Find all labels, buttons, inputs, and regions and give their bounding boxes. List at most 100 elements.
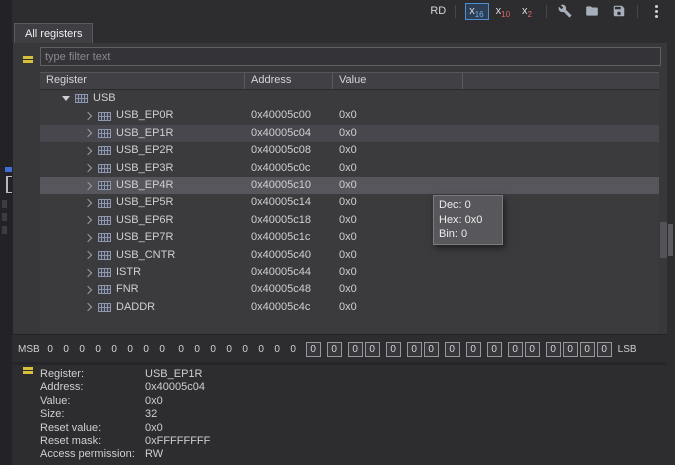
register-value[interactable]: 0x0 [333,177,659,194]
register-value[interactable]: 0x0 [333,160,659,177]
table-row[interactable]: USB_EP4R 0x40005c10 0x0 [40,176,659,195]
bit-cell[interactable]: 0 [76,342,89,357]
bit-cell[interactable]: 0 [156,342,169,357]
bit-cell[interactable]: 0 [524,341,540,357]
table-row[interactable]: DADDR 0x40005c4c 0x0 [40,299,659,316]
bit-cell[interactable]: 0 [406,341,422,357]
bit-cell[interactable]: 0 [596,341,612,357]
register-value[interactable] [333,90,659,107]
view-menu-button[interactable] [647,2,665,20]
chevron-icon[interactable] [83,160,95,177]
sfr-registers-view: RD x 16 x 10 x 2 All registers type filt… [0,0,675,465]
settings-button[interactable] [556,2,574,20]
register-value[interactable]: 0x0 [333,107,659,124]
bit-cell[interactable]: 0 [239,342,252,357]
import-button[interactable] [583,2,601,20]
filter-input[interactable] [40,47,661,66]
table-scrollbar[interactable] [660,72,667,333]
register-address: 0x40005c4c [251,300,311,313]
bit-cell[interactable]: 0 [255,342,268,357]
radix-toggle-button[interactable]: x 16 [465,2,489,20]
bit-cell[interactable]: 0 [423,341,439,357]
table-row[interactable]: FNR 0x40005c48 0x0 [40,281,659,298]
bit-cell[interactable]: 0 [92,342,105,357]
chevron-icon[interactable] [83,264,95,281]
register-address [245,90,333,107]
bit-cell[interactable]: 0 [287,342,300,357]
bit-cell[interactable]: 0 [562,341,578,357]
bit-cell[interactable]: 0 [486,341,502,357]
table-row[interactable]: USB_EP1R 0x40005c04 0x0 [40,124,659,143]
chevron-icon[interactable] [83,177,95,194]
bit-cell[interactable]: 0 [223,342,236,357]
bit-cell[interactable]: 0 [124,342,137,357]
table-row[interactable]: USB_EP2R 0x40005c08 0x0 [40,142,659,159]
chevron-icon[interactable] [83,212,95,229]
register-name: USB_EP2R [116,144,174,157]
table-row[interactable]: USB [40,90,659,107]
bit-cell[interactable]: 0 [44,342,57,357]
chevron-icon[interactable] [83,142,95,159]
bit-cell[interactable]: 0 [191,342,204,357]
register-address: 0x40005c0c [251,161,311,174]
detail-row: Size: 32 [40,408,667,421]
bit-cell[interactable]: 0 [545,341,561,357]
register-value[interactable]: 0x0 [333,142,659,159]
register-value[interactable]: 0x0 [333,247,659,264]
table-row[interactable]: USB_EP3R 0x40005c0c 0x0 [40,160,659,177]
table-scrollbar-thumb[interactable] [660,222,667,258]
bit-cell[interactable]: 0 [305,341,321,357]
export-button[interactable] [610,2,628,20]
radix-toggle-button[interactable]: x 10 [492,3,515,20]
register-value[interactable]: 0x0 [333,125,659,142]
table-row[interactable]: USB_CNTR 0x40005c40 0x0 [40,247,659,264]
tab-all-registers[interactable]: All registers [14,23,94,43]
register-value[interactable]: 0x0 [333,299,659,316]
table-row[interactable]: ISTR 0x40005c44 0x0 [40,264,659,281]
table-row[interactable]: USB_EP7R 0x40005c1c 0x0 [40,229,659,246]
bit-cell[interactable]: 0 [347,341,363,357]
chevron-icon[interactable] [83,107,95,124]
table-row[interactable]: USB_EP6R 0x40005c18 0x0 [40,212,659,229]
detail-label: Reset mask: [40,435,102,448]
column-header-value[interactable]: Value [333,73,463,89]
bit-cell[interactable]: 0 [364,341,380,357]
table-row[interactable]: USB_EP5R 0x40005c14 0x0 [40,194,659,211]
column-header-address[interactable]: Address [245,73,333,89]
bit-cell[interactable]: 0 [175,342,188,357]
bit-cell[interactable]: 0 [507,341,523,357]
column-header-register[interactable]: Register [40,73,245,89]
bit-cell[interactable]: 0 [465,341,481,357]
bit-cell[interactable]: 0 [60,342,73,357]
bit-cell[interactable]: 0 [207,342,220,357]
column-header-empty [463,73,659,89]
register-name-cell: FNR [40,281,245,298]
bit-cell[interactable]: 0 [271,342,284,357]
chevron-icon[interactable] [83,281,95,298]
bit-cell[interactable]: 0 [140,342,153,357]
register-address: 0x40005c14 [251,196,311,209]
register-name: DADDR [116,300,156,313]
chevron-icon[interactable] [83,247,95,264]
chevron-icon[interactable] [83,229,95,246]
register-value[interactable]: 0x0 [333,264,659,281]
bit-cell[interactable]: 0 [326,341,342,357]
chevron-icon[interactable] [83,125,95,142]
radix-toggle-button[interactable]: x 2 [518,3,537,20]
bit-cell[interactable]: 0 [385,341,401,357]
chevron-icon[interactable] [83,194,95,211]
bit-cell[interactable]: 0 [108,342,121,357]
window-scrollbar[interactable] [667,43,675,465]
bit-cell[interactable]: 0 [444,341,460,357]
toolbar-separator [546,4,547,18]
tab-bar: All registers [12,22,675,43]
register-name: USB_EP6R [116,213,174,226]
detail-row: Reset value: 0x0 [40,422,667,435]
gutter-ghost-mark [2,213,7,221]
chevron-icon[interactable] [83,299,95,316]
table-row[interactable]: USB_EP0R 0x40005c00 0x0 [40,107,659,124]
bit-cell[interactable]: 0 [579,341,595,357]
window-scrollbar-thumb[interactable] [668,224,673,256]
register-value[interactable]: 0x0 [333,281,659,298]
chevron-icon[interactable] [60,90,72,107]
